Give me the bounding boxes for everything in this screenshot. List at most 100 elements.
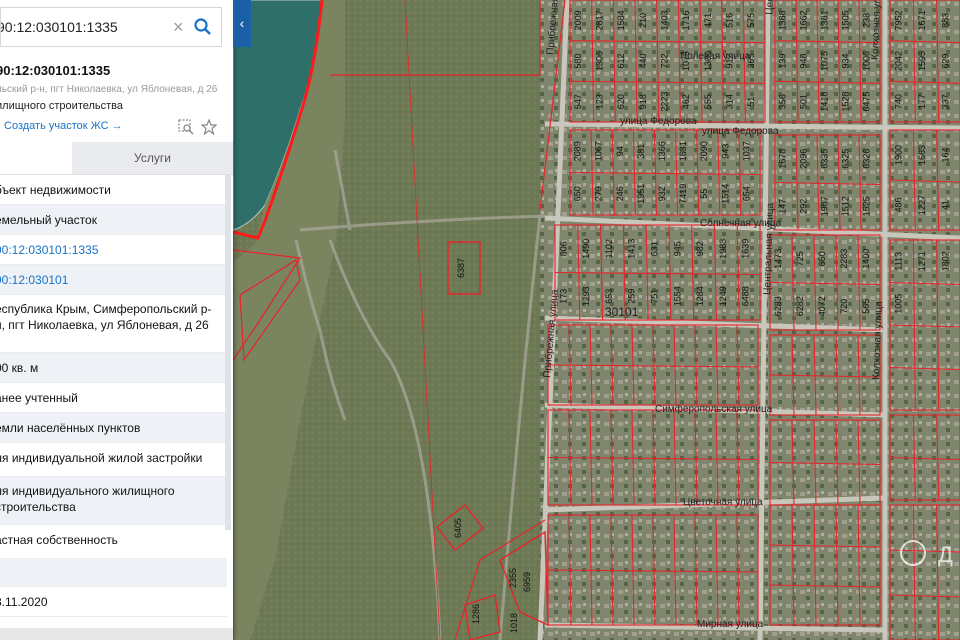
property-value: еспублика Крым, Симферопольский р-н, пгт… [0, 302, 212, 332]
property-row: астная собственность [0, 525, 227, 559]
plot-number: 6326 [862, 149, 872, 169]
property-value: 00 кв. м [0, 361, 39, 375]
plot-number: 1983 [718, 239, 728, 259]
plot-number: 806 [558, 241, 568, 256]
plot-number: 620 [616, 94, 626, 109]
property-link[interactable]: 90:12:030101:1335 [0, 242, 221, 258]
search-icon[interactable] [193, 17, 213, 37]
plot-number: 1005 [894, 294, 904, 314]
plot-number: 1381 [820, 10, 830, 30]
plot-number: 471 [703, 13, 713, 28]
plot-number: 1293 [581, 286, 591, 306]
plot-number: 653 [604, 289, 614, 304]
plot-number: 1584 [616, 10, 626, 30]
panel-footer [0, 628, 233, 640]
star-icon[interactable] [201, 119, 217, 135]
plot-number: 6959 [522, 572, 532, 592]
plot-number: 1018 [509, 613, 519, 633]
plot-number: 934 [841, 53, 851, 68]
street-label: Симферопольская улица [655, 403, 773, 415]
plot-number: 2817 [595, 10, 605, 30]
property-value: 3.11.2020 [0, 595, 48, 609]
plot-number: 1987 [820, 196, 830, 216]
tab-info[interactable] [0, 142, 72, 174]
property-value: емельный участок [0, 213, 97, 227]
property-link[interactable]: 90:12:030101 [0, 272, 221, 288]
property-row: 90:12:030101 [0, 265, 227, 295]
plot-number: 2283 [839, 249, 849, 269]
create-plot-link[interactable]: Создать участок ЖС → [4, 120, 123, 132]
plot-number: 440 [638, 53, 648, 68]
plot-number: 612 [616, 53, 626, 68]
parcel-address: льский р-н, пгт Николаевка, ул Яблоневая… [0, 84, 218, 95]
street-label: Полевая улица [680, 51, 751, 62]
property-value: анее учтенный [0, 391, 78, 405]
plot-number: 1514 [720, 184, 730, 204]
plot-number: 6405 [453, 518, 463, 538]
plot-number: 650 [573, 186, 583, 201]
scrollbar[interactable] [225, 175, 231, 530]
collapse-panel-button[interactable]: ‹ [233, 0, 251, 47]
tab-services[interactable]: Услуги [72, 142, 233, 174]
plot-number: 1102 [604, 239, 614, 258]
plot-number: 2090 [699, 141, 709, 161]
zoom-to-icon[interactable] [178, 119, 194, 135]
plot-number: 501 [799, 94, 809, 109]
plot-number: 6488 [741, 286, 751, 306]
plot-number: 1554 [672, 286, 682, 306]
plot-number: 1366 [657, 141, 667, 161]
plot-number: 1418 [820, 92, 830, 112]
plot-number: 725 [795, 251, 805, 266]
plot-number: 381 [636, 144, 646, 159]
plot-number: 654 [741, 186, 751, 201]
property-row: 00 кв. м [0, 353, 227, 383]
parcel-purpose: илищного строительства [0, 100, 124, 112]
plot-number: 6335 [820, 149, 830, 169]
plot-number: 1951 [636, 184, 646, 204]
plot-number: 1075 [820, 51, 830, 71]
plot-number: 722 [660, 53, 670, 68]
plot-number: 486 [894, 197, 904, 212]
plot-number: 2009 [573, 10, 583, 30]
plot-number: 1227 [917, 195, 927, 215]
property-value: астная собственность [0, 533, 118, 547]
plot-number: 1403 [660, 10, 670, 30]
property-row: 90:12:030101:1335 [0, 235, 227, 265]
property-value: емли населённых пунктов [0, 421, 141, 435]
plot-number: 462 [681, 94, 691, 109]
plot-number: 1663 [917, 145, 927, 165]
property-row [0, 559, 227, 587]
plot-number: 337 [940, 94, 950, 109]
plot-number: 1113 [894, 252, 904, 271]
plot-number: 2042 [894, 51, 904, 71]
plot-number: 7952 [894, 10, 904, 30]
plot-number: 292 [799, 199, 809, 214]
plot-number: 6283 [773, 296, 783, 316]
plot-number: 2096 [799, 149, 809, 169]
plot-number: 6475 [862, 92, 872, 112]
plot-number: 883 [940, 13, 950, 28]
plot-number: 1671 [917, 10, 927, 30]
plot-number: 210 [638, 13, 648, 28]
plot-number: 547 [573, 94, 583, 109]
plot-number: 6325 [841, 149, 851, 169]
plot-number: 943 [720, 144, 730, 159]
plot-number: 555 [703, 94, 713, 109]
search-input[interactable] [1, 8, 166, 46]
plot-number: 948 [799, 53, 809, 68]
plot-number: 1662 [799, 10, 809, 30]
plot-number: 1271 [917, 251, 927, 271]
plot-number: 356 [778, 94, 788, 109]
plot-number: 516 [725, 13, 735, 28]
plot-number: 1400 [861, 249, 871, 269]
clear-icon[interactable]: × [173, 17, 184, 38]
plot-number: 94 [615, 146, 625, 156]
plot-number: 1284 [695, 286, 705, 306]
plot-number: 1388 [778, 10, 788, 30]
tab-bar: Услуги [0, 142, 233, 175]
plot-number: 945 [672, 241, 682, 256]
plot-number: 1639 [741, 239, 751, 259]
property-row: бъект недвижимости [0, 175, 227, 205]
property-row: ля индивидуальной жилой застройки [0, 443, 227, 477]
property-value: ля индивидуальной жилой застройки [0, 451, 203, 465]
